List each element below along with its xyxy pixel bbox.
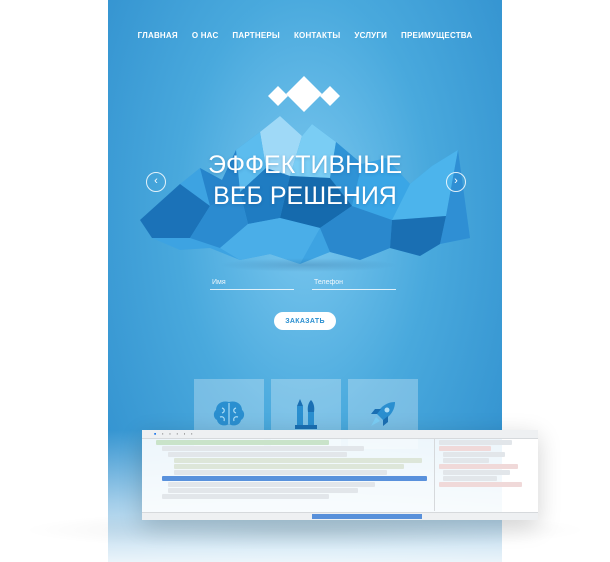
slider-next-button[interactable]: › [446, 172, 466, 192]
nav-item-partners[interactable]: ПАРТНЕРЫ [232, 31, 280, 40]
devtools-elements-pane[interactable] [142, 439, 430, 511]
devtools-tab[interactable]: ▪ [184, 432, 185, 436]
style-line [439, 482, 523, 487]
nav-item-about[interactable]: О НАС [192, 31, 219, 40]
style-line [443, 476, 498, 481]
nav-item-services[interactable]: УСЛУГИ [354, 31, 387, 40]
style-line [439, 440, 512, 445]
devtools-panel: ■ ▪ ▪ ▪ ▪ ▪ [142, 430, 538, 520]
pencil-brush-icon [295, 399, 317, 429]
brain-icon [213, 401, 245, 426]
dom-line[interactable] [168, 482, 376, 487]
dom-line[interactable] [174, 458, 422, 463]
headline-line-1: ЭФФЕКТИВНЫЕ [208, 151, 402, 179]
dom-line[interactable] [156, 440, 329, 445]
style-line [443, 452, 506, 457]
chevron-left-icon: ‹ [154, 175, 158, 187]
nav-item-home[interactable]: ГЛАВНАЯ [138, 31, 178, 40]
devtools-tab[interactable]: ▪ [162, 432, 163, 436]
rocket-icon [371, 402, 395, 426]
devtools-toolbar: ■ ▪ ▪ ▪ ▪ ▪ [142, 430, 538, 439]
devtools-tab[interactable]: ▪ [169, 432, 170, 436]
dom-line[interactable] [174, 464, 405, 469]
logo [268, 76, 340, 112]
nav-item-contacts[interactable]: КОНТАКТЫ [294, 31, 340, 40]
order-button[interactable]: ЗАКАЗАТЬ [274, 312, 336, 330]
headline-line-2: ВЕБ РЕШЕНИЯ [213, 182, 397, 210]
dom-line[interactable] [162, 494, 330, 499]
dom-line[interactable] [168, 488, 359, 493]
hero-headline: ЭФФЕКТИВНЫЕ ВЕБ РЕШЕНИЯ [108, 150, 502, 212]
dom-line[interactable] [174, 470, 388, 475]
devtools-tab[interactable]: ▪ [177, 432, 178, 436]
slider-prev-button[interactable]: ‹ [146, 172, 166, 192]
devtools-styles-pane[interactable] [434, 439, 538, 511]
devtools-breadcrumb-bar [142, 512, 538, 520]
breadcrumb-selected[interactable] [312, 514, 422, 519]
devtools-tab[interactable]: ■ [154, 432, 156, 436]
mountain-shadow [218, 258, 398, 272]
style-line [439, 464, 519, 469]
devtools-tab[interactable]: ▪ [191, 432, 192, 436]
chevron-right-icon: › [454, 175, 458, 187]
style-line [443, 470, 510, 475]
dom-line-selected[interactable] [162, 476, 427, 481]
main-nav: ГЛАВНАЯ О НАС ПАРТНЕРЫ КОНТАКТЫ УСЛУГИ П… [108, 31, 502, 40]
phone-input[interactable] [312, 276, 396, 290]
nav-item-advantages[interactable]: ПРЕИМУЩЕСТВА [401, 31, 472, 40]
style-line [439, 446, 491, 451]
style-line [443, 458, 489, 463]
dom-line[interactable] [162, 446, 364, 451]
dom-line[interactable] [168, 452, 347, 457]
name-input[interactable] [210, 276, 294, 290]
